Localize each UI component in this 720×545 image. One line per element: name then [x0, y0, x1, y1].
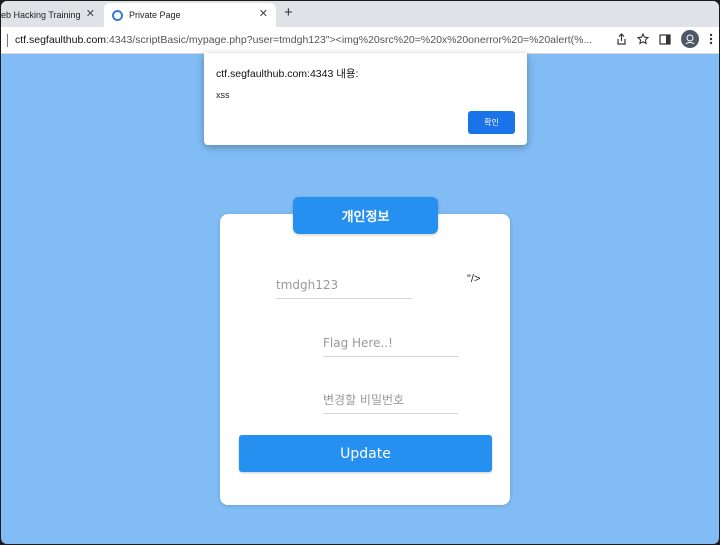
update-button[interactable]: Update [239, 435, 492, 472]
tab-label: eb Hacking Training [1, 10, 81, 20]
card-header: 개인정보 [293, 197, 438, 234]
avatar-face-icon [685, 34, 695, 45]
close-icon[interactable]: ✕ [86, 7, 95, 20]
new-password-input[interactable]: 변경할 비밀번호 [323, 386, 458, 414]
injected-text: "/> [467, 273, 481, 285]
username-field[interactable]: tmdgh123 [276, 271, 412, 299]
site-favicon-icon [112, 9, 123, 21]
address-bar[interactable]: ctf.segfaulthub.com:4343/scriptBasic/myp… [15, 34, 615, 46]
flag-input[interactable]: Flag Here..! [323, 329, 458, 357]
url-host: ctf.segfaulthub.com [15, 34, 107, 46]
kebab-menu-icon[interactable] [709, 33, 713, 45]
alert-dialog: ctf.segfaulthub.com:4343 내용: xss 확인 [204, 53, 527, 145]
tab-web-hacking-training[interactable]: eb Hacking Training ✕ [1, 3, 101, 27]
dialog-message: xss [216, 90, 230, 100]
side-panel-icon[interactable] [659, 33, 671, 45]
tab-private-page[interactable]: Private Page ✕ [104, 3, 276, 27]
dialog-title: ctf.segfaulthub.com:4343 내용: [216, 68, 359, 80]
close-icon[interactable]: ✕ [259, 7, 268, 20]
tab-label: Private Page [129, 10, 181, 20]
bookmark-star-icon[interactable] [637, 33, 649, 45]
url-path: :4343/scriptBasic/mypage.php?user=tmdgh1… [106, 34, 593, 46]
profile-avatar[interactable] [681, 30, 699, 48]
new-tab-plus-icon[interactable]: + [284, 4, 293, 21]
divider [7, 34, 8, 47]
address-toolbar: ctf.segfaulthub.com:4343/scriptBasic/myp… [1, 27, 719, 54]
share-icon[interactable] [616, 33, 627, 45]
toolbar-icons [616, 30, 713, 48]
dialog-ok-button[interactable]: 확인 [468, 111, 515, 134]
tab-strip: eb Hacking Training ✕ Private Page ✕ + [1, 1, 719, 27]
browser-window: eb Hacking Training ✕ Private Page ✕ + c… [1, 1, 719, 544]
